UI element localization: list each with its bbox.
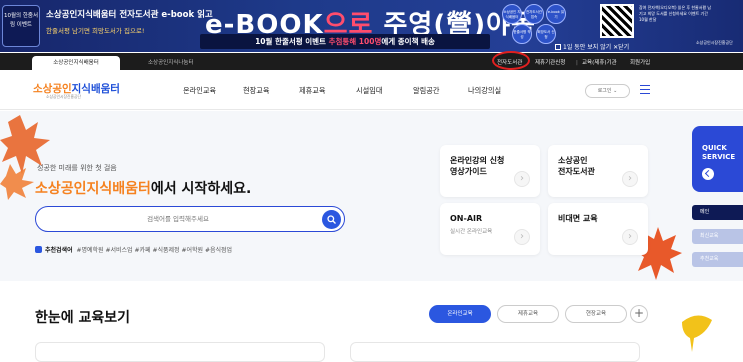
promo-banner[interactable]: 10월의 한줌서림 이벤트 소상공인지식배움터 전자도서관 e-book 읽고 … — [0, 0, 743, 52]
step-circle: e-book 읽기 — [546, 4, 566, 24]
search-button[interactable] — [322, 210, 341, 229]
card-ebook-library[interactable]: 소상공인 전자도서관 — [548, 145, 648, 197]
hero-title: 소상공인지식배움터에서 시작하세요. — [35, 181, 252, 197]
nav-online-education[interactable]: 온라인교육 — [183, 86, 216, 96]
card-online-guide[interactable]: 온라인강의 신청 영상가이드 — [440, 145, 540, 197]
card-untact-education[interactable]: 비대면 교육 — [548, 203, 648, 255]
util-signup[interactable]: 회원가입 — [630, 56, 650, 70]
quick-title: QUICK — [702, 144, 727, 152]
chevron-right-icon[interactable] — [514, 229, 530, 245]
util-separator: | — [576, 60, 578, 66]
course-card[interactable] — [35, 342, 325, 362]
add-filter-button[interactable]: + — [630, 305, 648, 323]
banner-subline: 한줄서평 남기면 희망도서가 집으로! — [46, 27, 145, 35]
nav-facility-rental[interactable]: 시설임대 — [356, 86, 382, 96]
search-bar — [35, 206, 345, 232]
card-on-air[interactable]: ON-AIR 실시간 온라인교육 — [440, 203, 540, 255]
maple-leaf-icon — [0, 164, 34, 200]
nav-field-education[interactable]: 현장교육 — [243, 86, 269, 96]
tab-learning-site[interactable]: 소상공인지식배움터 — [32, 56, 120, 70]
agency-logo: 소상공인시장진흥공단 — [696, 40, 733, 45]
card-subtitle: 실시간 온라인교육 — [450, 229, 493, 235]
chevron-right-icon[interactable] — [622, 171, 638, 187]
quick-latest-button[interactable]: 최신교육 — [692, 229, 743, 244]
hide-today-checkbox[interactable] — [555, 44, 561, 50]
red-highlight-circle — [492, 51, 530, 70]
chevron-down-icon[interactable] — [702, 168, 714, 180]
quick-recommend-button[interactable]: 추천교육 — [692, 252, 743, 267]
login-button[interactable]: 로그인 ⌄ — [585, 84, 630, 98]
quick-service-panel[interactable]: QUICK SERVICE — [692, 126, 743, 192]
chevron-right-icon[interactable] — [514, 171, 530, 187]
banner-steps: 소상공인 지식배움터 전자도서관 접속 e-book 읽기 한줄서평 작성 희망… — [500, 4, 600, 44]
search-input[interactable] — [48, 211, 308, 227]
hero-tagline: 성공한 미래를 위한 첫 걸음 — [37, 164, 117, 172]
keyword-list[interactable]: #명예학원 #서비스업 #카페 #식품제정 #어학원 #음식점업 — [76, 247, 232, 254]
step-circle: 소상공인 지식배움터 — [502, 4, 522, 24]
nav-my-classroom[interactable]: 나의강의실 — [468, 86, 501, 96]
ginkgo-leaf-icon — [682, 315, 712, 352]
course-card[interactable] — [350, 342, 640, 362]
util-education-org[interactable]: 교육(제휴)기관 — [582, 56, 617, 70]
tag-icon — [35, 246, 42, 253]
step-circle: 희망도서 신청 — [536, 24, 556, 44]
card-title: 비대면 교육 — [558, 214, 598, 223]
logo-subtitle: 소상공인시장진흥공단 — [46, 94, 81, 99]
filter-field[interactable]: 현장교육 — [565, 305, 627, 323]
util-partner-apply[interactable]: 제휴기관신청 — [535, 56, 565, 70]
chevron-right-icon[interactable] — [622, 229, 638, 245]
hamburger-menu-icon[interactable] — [640, 85, 650, 94]
banner-event-strip: 10월 한줄서평 이벤트 추첨통해 100명에게 종이책 배송 — [200, 34, 490, 49]
card-title: ON-AIR — [450, 214, 483, 223]
quick-main-button[interactable]: 메인 — [692, 205, 743, 220]
quick-subtitle: SERVICE — [702, 153, 736, 161]
hide-today-label[interactable]: 1일 동안 보지 않기 — [563, 44, 611, 51]
step-circle: 한줄서평 작성 — [512, 24, 532, 44]
step-circle: 전자도서관 접속 — [524, 4, 544, 24]
banner-headline: 소상공인지식배움터 전자도서관 e-book 읽고 — [46, 10, 213, 20]
search-icon — [327, 215, 336, 224]
close-label[interactable]: 닫기 — [618, 44, 629, 51]
nav-notice[interactable]: 알림공간 — [413, 86, 439, 96]
banner-close-controls[interactable]: 1일 동안 보지 않기 ✕닫기 — [555, 42, 629, 51]
banner-right-text: 참여 전자책(오디오북) 읽은 후 한줄서평 남기고 희망 도서를 신청하세요 … — [639, 5, 712, 22]
nav-partner-education[interactable]: 제휴교육 — [299, 86, 325, 96]
tab-sharing-site[interactable]: 소상공인지식나눔터 — [148, 56, 194, 70]
event-badge: 10월의 한줌서림 이벤트 — [2, 5, 40, 47]
filter-partner[interactable]: 제휴교육 — [497, 305, 559, 323]
recommended-keywords: 추천검색어 #명예학원 #서비스업 #카페 #식품제정 #어학원 #음식점업 — [35, 245, 232, 254]
filter-online[interactable]: 온라인교육 — [429, 305, 491, 323]
section-title: 한눈에 교육보기 — [35, 310, 131, 326]
qr-code-image — [600, 4, 634, 38]
